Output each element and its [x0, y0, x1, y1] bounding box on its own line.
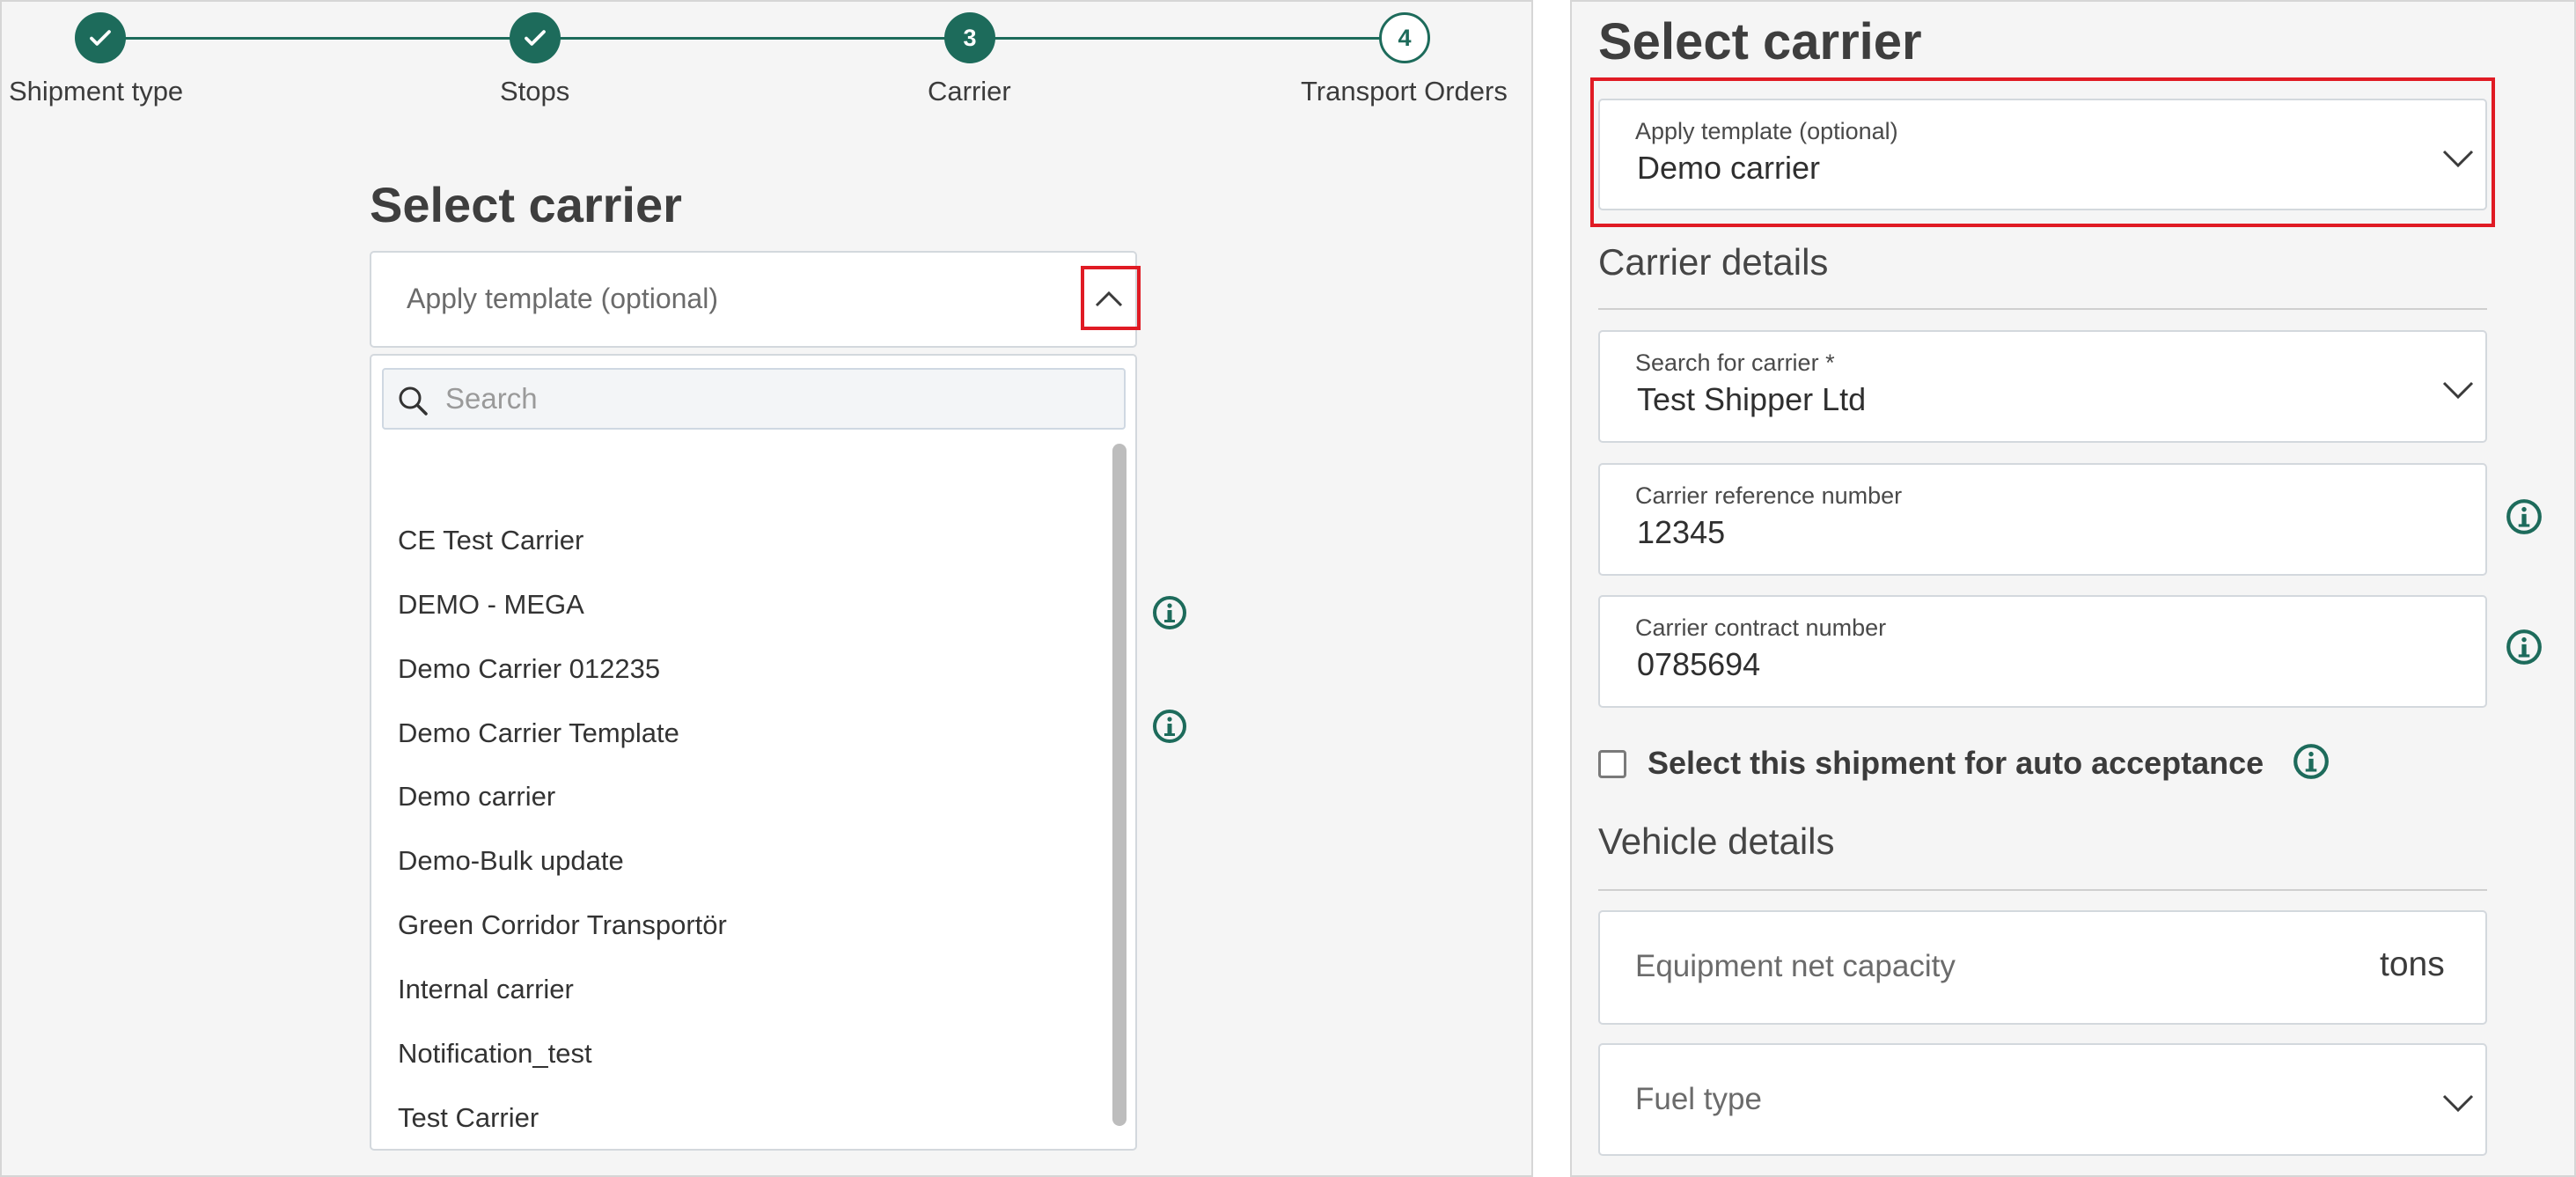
dropdown-scrollbar[interactable]	[1112, 444, 1127, 1126]
dropdown-option[interactable]: CE Test Carrier	[398, 525, 583, 556]
dropdown-option[interactable]: Demo-Bulk update	[398, 845, 624, 877]
step-3-current[interactable]: 3	[944, 12, 995, 63]
dropdown-option[interactable]: Green Corridor Transportör	[398, 909, 727, 941]
checkmark-icon	[525, 30, 546, 46]
search-carrier-label: Search for carrier *	[1635, 349, 1835, 376]
info-icon[interactable]	[2505, 497, 2543, 536]
section-divider	[1598, 889, 2487, 891]
dropdown-option[interactable]: Demo carrier	[398, 781, 555, 813]
search-carrier-select[interactable]: Search for carrier * Test Shipper Ltd	[1598, 330, 2487, 443]
carrier-reference-label: Carrier reference number	[1635, 482, 1903, 509]
section-divider	[1598, 308, 2487, 310]
carrier-reference-value: 12345	[1637, 514, 1726, 550]
carrier-details-title: Carrier details	[1598, 241, 1829, 283]
apply-template-select[interactable]: Apply template (optional)	[370, 251, 1137, 348]
step-label-shipment-type: Shipment type	[9, 76, 184, 107]
step-1-complete[interactable]	[75, 12, 126, 63]
fuel-type-placeholder: Fuel type	[1635, 1082, 1762, 1116]
step-4-pending[interactable]: 4	[1379, 12, 1430, 63]
page-title: Select carrier	[370, 177, 682, 232]
apply-template-placeholder: Apply template (optional)	[407, 283, 718, 314]
auto-acceptance-checkbox[interactable]	[1598, 750, 1626, 778]
step-label-stops: Stops	[500, 76, 570, 107]
stepper-line	[125, 37, 1401, 40]
net-capacity-placeholder: Equipment net capacity	[1635, 949, 1956, 983]
auto-acceptance-label: Select this shipment for auto acceptance	[1648, 745, 2264, 781]
step-label-transport-orders: Transport Orders	[1301, 76, 1508, 107]
info-icon[interactable]	[2505, 628, 2543, 666]
carrier-contract-label: Carrier contract number	[1635, 614, 1887, 641]
search-placeholder: Search	[445, 382, 538, 415]
dropdown-option[interactable]: Internal carrier	[398, 974, 574, 1005]
carrier-form-panel: Select carrier Apply template (optional)…	[1570, 0, 2576, 1177]
info-icon[interactable]	[2292, 742, 2330, 781]
carrier-step-panel: Shipment type Stops 3 Carrier 4 Transpor…	[0, 0, 1533, 1177]
carrier-contract-field[interactable]: Carrier contract number 0785694	[1598, 595, 2487, 708]
highlight-box-chevron	[1081, 266, 1141, 330]
carrier-contract-value: 0785694	[1637, 646, 1761, 682]
info-icon[interactable]	[1151, 594, 1188, 631]
dropdown-option[interactable]: Test Carrier	[398, 1102, 539, 1134]
step-2-complete[interactable]	[510, 12, 561, 63]
checkmark-icon	[90, 30, 111, 46]
carrier-reference-field[interactable]: Carrier reference number 12345	[1598, 463, 2487, 576]
highlight-box-template	[1590, 77, 2495, 227]
dropdown-option[interactable]: DEMO - MEGA	[398, 589, 584, 621]
step-label-carrier: Carrier	[928, 76, 1011, 107]
chevron-down-icon[interactable]	[2440, 378, 2476, 401]
search-icon	[399, 386, 428, 416]
page-title: Select carrier	[1598, 13, 1922, 70]
net-capacity-unit: tons	[2380, 945, 2445, 983]
info-icon[interactable]	[1151, 708, 1188, 745]
vehicle-details-title: Vehicle details	[1598, 820, 1835, 862]
search-carrier-value: Test Shipper Ltd	[1637, 381, 1867, 417]
dropdown-option[interactable]: Notification_test	[398, 1038, 592, 1070]
chevron-down-icon[interactable]	[2440, 1091, 2476, 1114]
fuel-type-select[interactable]: Fuel type	[1598, 1043, 2487, 1156]
template-dropdown-menu: Search CE Test Carrier DEMO - MEGA Demo …	[370, 354, 1137, 1151]
template-search-input[interactable]: Search	[382, 368, 1126, 430]
dropdown-option[interactable]: Demo Carrier Template	[398, 717, 679, 749]
net-capacity-field[interactable]: Equipment net capacity tons	[1598, 910, 2487, 1025]
dropdown-option[interactable]: Demo Carrier 012235	[398, 653, 660, 685]
